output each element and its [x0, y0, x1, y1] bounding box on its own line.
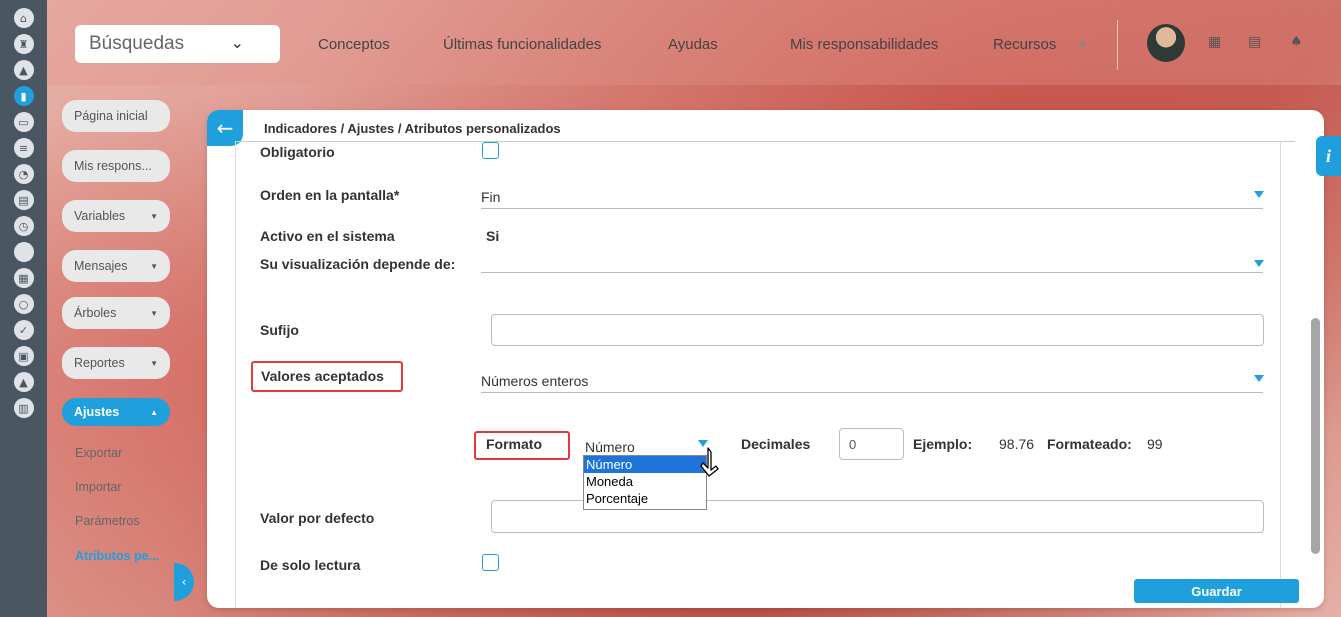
calendar-top-icon[interactable]: ▦	[1208, 34, 1224, 50]
mouse-cursor-icon	[700, 447, 719, 477]
orden-underline	[481, 208, 1263, 209]
book-icon[interactable]: ▤	[13, 190, 34, 210]
sidebar-sub-importar[interactable]: Importar	[75, 480, 122, 494]
defecto-label: Valor por defecto	[260, 510, 375, 526]
caret-down-icon: ▼	[150, 358, 158, 368]
alert-icon[interactable]: ▲	[13, 372, 34, 392]
orden-label: Orden en la pantalla*	[260, 187, 400, 203]
left-icon-bar: ⌂ ♜ ▲ ▮ ▭ ≡ ◔ ▤ ◷ ▦ ○ ✓ ▣ ▲ ▥	[0, 0, 47, 617]
sufijo-input[interactable]	[491, 314, 1264, 346]
sidebar-item-pagina-inicial[interactable]: Página inicial	[62, 100, 170, 132]
depende-caret-icon[interactable]	[1254, 260, 1264, 267]
nav-recursos[interactable]: Recursos	[993, 36, 1056, 53]
recursos-caret-icon: ▼	[1078, 40, 1088, 51]
form-area: Obligatorio Orden en la pantalla* Fin Ac…	[235, 142, 1281, 608]
valores-value[interactable]: Números enteros	[481, 373, 588, 389]
ejemplo-value: 98.76	[999, 436, 1035, 452]
collapse-sidebar-button[interactable]: ‹	[174, 563, 194, 601]
ejemplo-label: Ejemplo:	[913, 436, 973, 452]
sidebar-item-mis-respons[interactable]: Mis respons...	[62, 150, 170, 182]
option-numero[interactable]: Número	[584, 456, 706, 473]
info-icon[interactable]: i	[1316, 136, 1341, 176]
nav-conceptos[interactable]: Conceptos	[318, 36, 390, 53]
obligatorio-label: Obligatorio	[260, 144, 335, 160]
decimales-value: 0	[849, 437, 857, 452]
pie-icon[interactable]: ◔	[13, 164, 34, 184]
briefcase-icon[interactable]: ▣	[13, 346, 34, 366]
depende-label: Su visualización depende de:	[260, 256, 456, 272]
document-icon[interactable]: ▦	[13, 268, 34, 288]
formateado-label: Formateado:	[1047, 436, 1132, 452]
sidebar-item-mensajes[interactable]: Mensajes ▼	[62, 250, 170, 282]
decimales-input[interactable]: 0	[839, 428, 904, 460]
caret-up-icon: ▲	[150, 407, 158, 417]
blank-icon[interactable]	[13, 242, 34, 262]
caret-down-icon: ▼	[150, 261, 158, 271]
nav-mis-responsabilidades[interactable]: Mis responsabilidades	[790, 36, 938, 53]
check-icon[interactable]: ✓	[13, 320, 34, 340]
formato-label: Formato	[486, 436, 542, 452]
valores-underline	[481, 392, 1263, 393]
clock-icon[interactable]: ◷	[13, 216, 34, 236]
search-label: Búsquedas	[89, 33, 185, 54]
valores-caret-icon[interactable]	[1254, 375, 1264, 382]
sidebar-sub-exportar[interactable]: Exportar	[75, 446, 122, 460]
orden-caret-icon[interactable]	[1254, 191, 1264, 198]
caret-down-icon: ▼	[150, 308, 158, 318]
orden-value[interactable]: Fin	[481, 189, 500, 205]
activo-label: Activo en el sistema	[260, 228, 395, 244]
avatar[interactable]	[1147, 24, 1185, 62]
lectura-label: De solo lectura	[260, 557, 361, 573]
sidebar-item-reportes[interactable]: Reportes ▼	[62, 347, 170, 379]
formateado-value: 99	[1147, 436, 1163, 452]
search-dropdown[interactable]: Búsquedas ⌄	[75, 25, 280, 63]
home-icon[interactable]: ⌂	[13, 8, 34, 28]
lectura-checkbox[interactable]	[482, 554, 499, 571]
cycle-icon[interactable]: ○	[13, 294, 34, 314]
calendar-icon[interactable]: ▥	[13, 398, 34, 418]
depende-underline[interactable]	[481, 272, 1263, 273]
obligatorio-checkbox[interactable]	[482, 142, 499, 159]
tower-icon[interactable]: ♜	[13, 34, 34, 54]
sidebar-item-variables[interactable]: Variables ▼	[62, 200, 170, 232]
activo-value: Si	[486, 228, 500, 244]
scrollbar[interactable]	[1311, 318, 1320, 554]
nav-ayudas[interactable]: Ayudas	[668, 36, 718, 53]
option-porcentaje[interactable]: Porcentaje	[584, 490, 706, 507]
chevron-down-icon: ⌄	[230, 35, 244, 52]
bell-icon[interactable]: ♠	[1290, 34, 1306, 50]
decimales-label: Decimales	[741, 436, 811, 452]
option-moneda[interactable]: Moneda	[584, 473, 706, 490]
caret-down-icon: ▼	[150, 211, 158, 221]
presentation-icon[interactable]: ▭	[13, 112, 34, 132]
sidebar-sub-atributos[interactable]: Atributos pe...	[75, 549, 159, 563]
nav-ultimas-funcionalidades[interactable]: Últimas funcionalidades	[443, 36, 601, 53]
sidebar-sub-parametros[interactable]: Parámetros	[75, 514, 140, 528]
valores-label: Valores aceptados	[261, 368, 384, 384]
chart-icon[interactable]: ▮	[13, 86, 34, 106]
warning-icon[interactable]: ▲	[13, 60, 34, 80]
sufijo-label: Sufijo	[260, 322, 299, 338]
formato-dropdown-list[interactable]: Número Moneda Porcentaje	[583, 455, 707, 510]
save-button[interactable]: Guardar	[1134, 579, 1299, 603]
breadcrumb: Indicadores / Ajustes / Atributos person…	[264, 121, 561, 136]
formato-select[interactable]: Número	[585, 439, 635, 455]
sidebar-item-ajustes[interactable]: Ajustes ▲	[62, 398, 170, 426]
list-icon[interactable]: ≡	[13, 138, 34, 158]
book-top-icon[interactable]: ▤	[1248, 34, 1264, 50]
sidebar-item-arboles[interactable]: Árboles ▼	[62, 297, 170, 329]
